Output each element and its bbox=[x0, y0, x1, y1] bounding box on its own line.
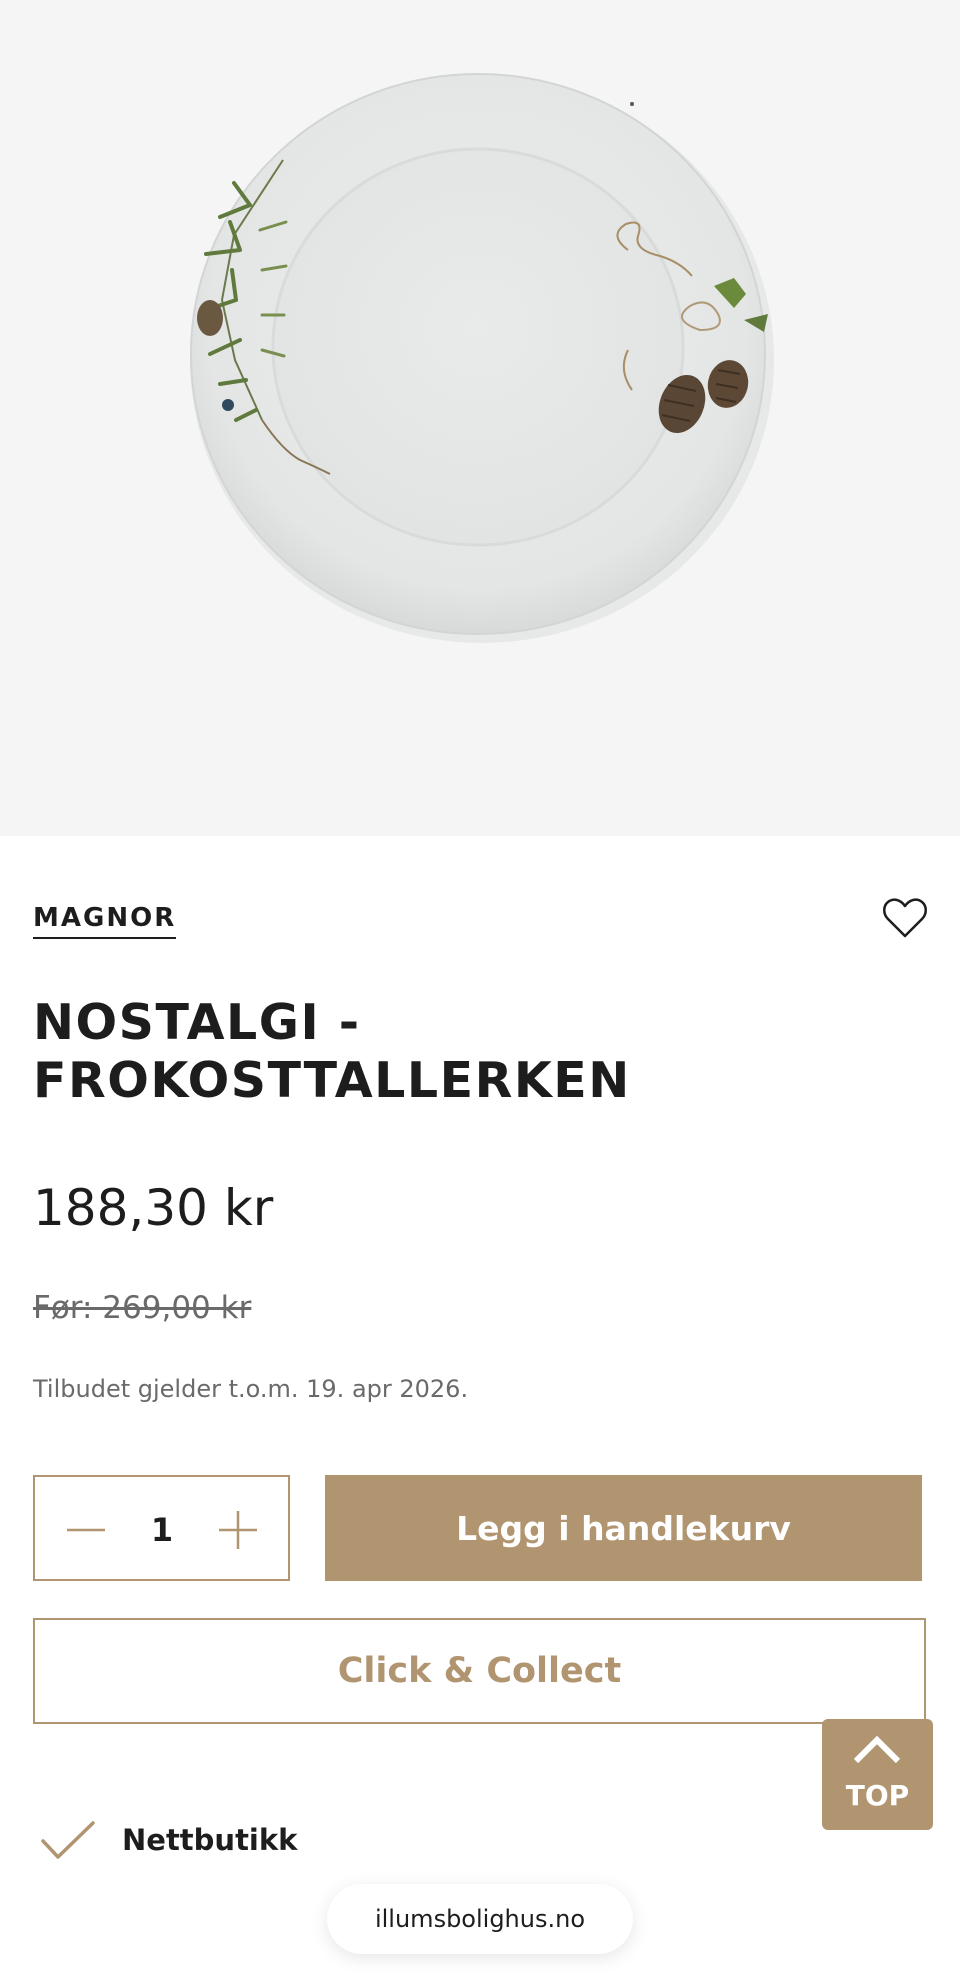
brand-link[interactable]: MAGNOR bbox=[33, 903, 177, 939]
product-title-line1: NOSTALGI - bbox=[33, 994, 361, 1051]
checkmark-icon bbox=[41, 1821, 95, 1859]
add-to-cart-button[interactable]: Legg i handlekurv bbox=[325, 1475, 922, 1581]
product-title-line2: FROKOSTTALLERKEN bbox=[33, 1052, 631, 1109]
current-price: 188,30 kr bbox=[33, 1179, 274, 1237]
product-title: NOSTALGI - FROKOSTTALLERKEN bbox=[33, 994, 913, 1110]
chevron-up-icon bbox=[853, 1735, 901, 1764]
availability-label: Nettbutikk bbox=[122, 1823, 298, 1857]
quantity-input[interactable] bbox=[135, 1503, 189, 1557]
click-collect-button[interactable]: Click & Collect bbox=[33, 1618, 926, 1724]
offer-note: Tilbudet gjelder t.o.m. 19. apr 2026. bbox=[33, 1375, 469, 1403]
scroll-top-label: TOP bbox=[845, 1779, 910, 1812]
plate-illustration bbox=[190, 73, 774, 643]
browser-url-pill[interactable]: illumsbolighus.no bbox=[327, 1884, 633, 1954]
heart-outline-icon[interactable] bbox=[882, 898, 928, 940]
product-image bbox=[0, 0, 960, 836]
quantity-stepper bbox=[33, 1475, 290, 1581]
plus-icon[interactable] bbox=[211, 1503, 265, 1557]
minus-icon[interactable] bbox=[59, 1503, 113, 1557]
original-price: Før: 269,00 kr bbox=[33, 1290, 252, 1326]
scroll-top-button[interactable]: TOP bbox=[822, 1719, 933, 1830]
